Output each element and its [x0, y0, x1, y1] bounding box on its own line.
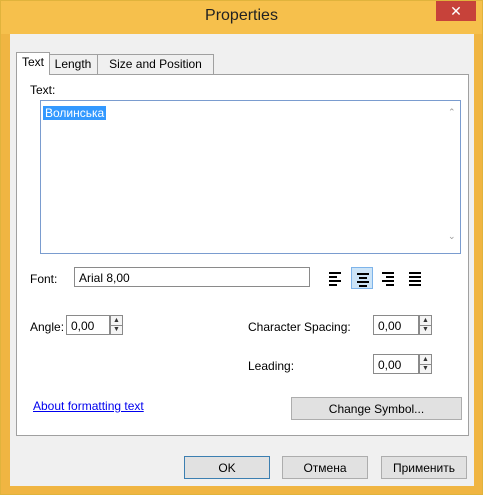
leading-label: Leading: — [248, 359, 295, 373]
tab-size-and-position[interactable]: Size and Position — [97, 54, 214, 74]
text-tab-panel: Text: Волинська ⌃ ⌄ Font: Arial 8,00 Ang… — [16, 74, 469, 436]
properties-window: Properties ✕ Text Length Size and Positi… — [0, 0, 483, 495]
font-label: Font: — [30, 272, 58, 286]
apply-button[interactable]: Применить — [381, 456, 467, 479]
align-center-button[interactable] — [351, 267, 373, 289]
close-button[interactable]: ✕ — [436, 1, 476, 21]
font-field[interactable]: Arial 8,00 — [74, 267, 310, 287]
align-justify-button[interactable] — [404, 267, 426, 289]
align-right-button[interactable] — [377, 267, 399, 289]
character-spacing-field[interactable]: 0,00 — [373, 315, 419, 335]
scroll-down-icon[interactable]: ⌄ — [448, 231, 456, 242]
ok-button[interactable]: OK — [184, 456, 270, 479]
scroll-up-icon[interactable]: ⌃ — [448, 107, 456, 118]
text-input-area[interactable]: Волинська ⌃ ⌄ — [40, 100, 461, 254]
align-left-button[interactable] — [324, 267, 346, 289]
vertical-scrollbar[interactable]: ⌃ ⌄ — [444, 101, 460, 251]
leading-down-icon[interactable]: ▼ — [420, 364, 431, 373]
angle-label: Angle: — [30, 320, 65, 334]
tab-length[interactable]: Length — [47, 54, 99, 74]
tab-text[interactable]: Text — [16, 52, 50, 75]
text-label: Text: — [30, 83, 56, 97]
selected-text[interactable]: Волинська — [43, 106, 107, 120]
leading-field[interactable]: 0,00 — [373, 354, 419, 374]
character-spacing-spinner[interactable]: ▲ ▼ — [419, 315, 432, 335]
character-spacing-down-icon[interactable]: ▼ — [420, 325, 431, 334]
cancel-button[interactable]: Отмена — [282, 456, 368, 479]
window-title: Properties — [205, 7, 278, 24]
leading-spinner[interactable]: ▲ ▼ — [419, 354, 432, 374]
character-spacing-label: Character Spacing: — [248, 320, 351, 334]
angle-spinner[interactable]: ▲ ▼ — [110, 315, 123, 335]
title-bar[interactable]: Properties ✕ — [1, 1, 482, 34]
angle-down-icon[interactable]: ▼ — [111, 325, 122, 334]
about-formatting-link[interactable]: About formatting text — [33, 399, 144, 413]
dialog-body: Text Length Size and Position Text: Воли… — [10, 34, 474, 486]
change-symbol-button[interactable]: Change Symbol... — [291, 397, 462, 420]
angle-field[interactable]: 0,00 — [66, 315, 110, 335]
